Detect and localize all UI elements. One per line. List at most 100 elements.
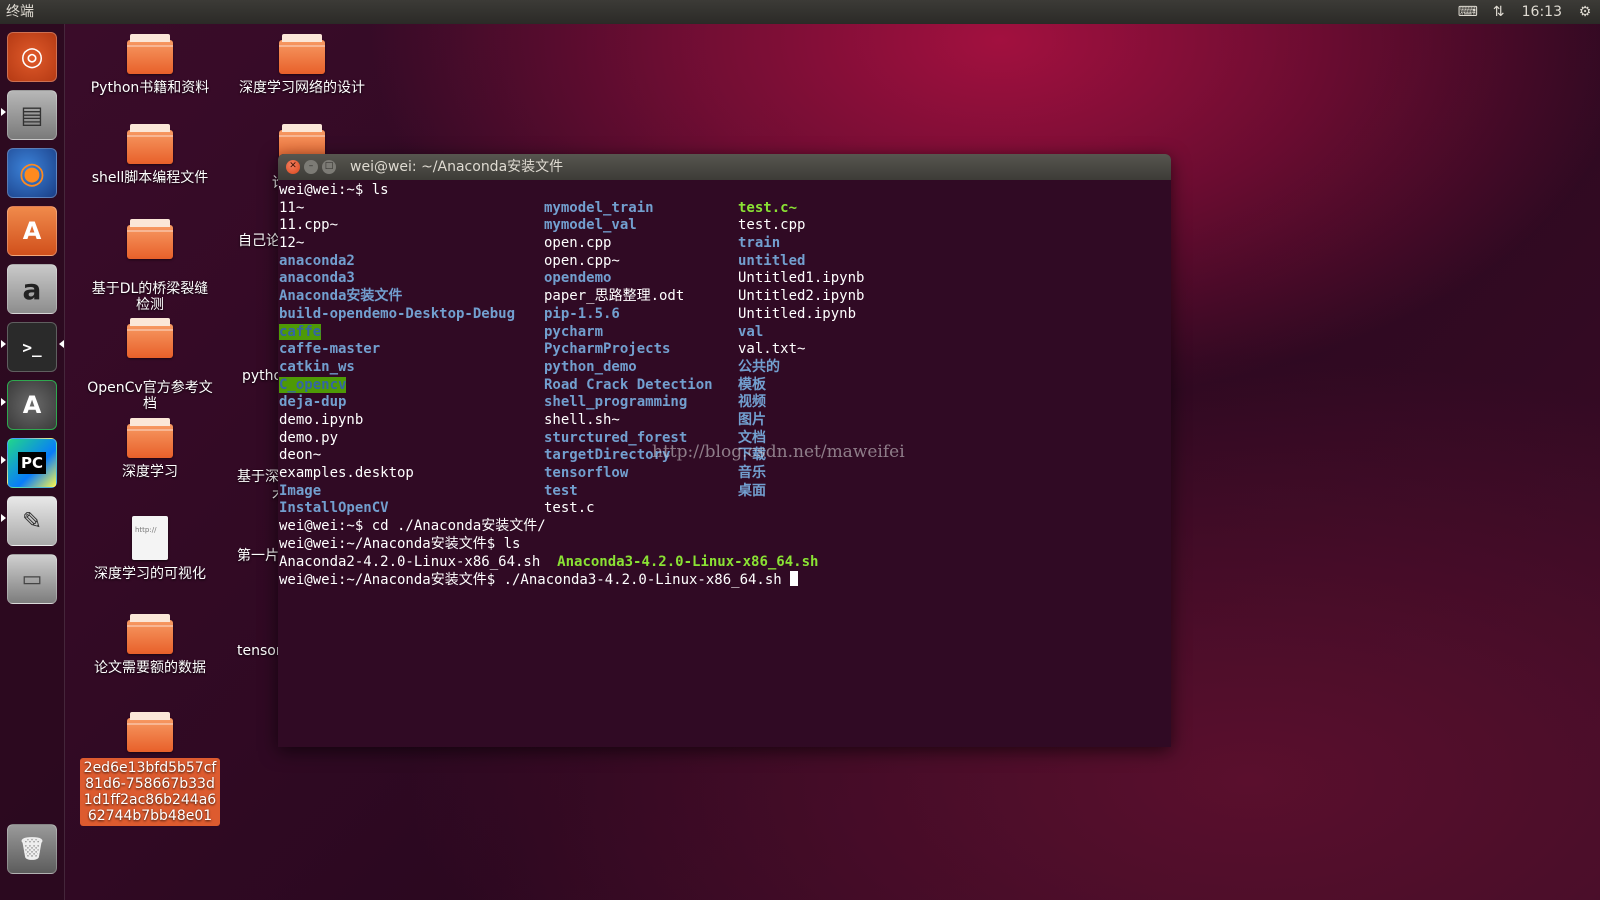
folder-icon	[127, 614, 173, 654]
files-icon[interactable]: ▤	[7, 90, 57, 140]
focused-indicator	[59, 340, 64, 348]
desktop-folder[interactable]: shell脚本编程文件	[80, 124, 220, 186]
desktop-folder[interactable]: Python书籍和资料	[80, 34, 220, 96]
desktop-partial-label: tensor	[237, 643, 282, 659]
desktop-icon-label: 论文需要额的数据	[94, 660, 206, 676]
ls-entry-directory: 桌面	[738, 482, 766, 499]
folder-icon	[127, 712, 173, 752]
ls-entry-directory: pycharm	[544, 323, 604, 340]
folder-icon	[127, 124, 173, 164]
desktop-folder[interactable]: 深度学习网络的设计	[232, 34, 372, 96]
terminal-window[interactable]: ✕ – □ wei@wei: ~/Anaconda安装文件 wei@wei:~$…	[278, 154, 1171, 747]
ls-entry-directory: PycharmProjects	[544, 341, 671, 358]
ls-entry: Untitled2.ipynb	[738, 288, 865, 305]
text-editor-icon[interactable]: ✎	[7, 496, 57, 546]
minimize-icon[interactable]: –	[304, 160, 318, 174]
folder-icon	[127, 418, 173, 458]
clock[interactable]: 16:13	[1522, 0, 1562, 24]
desktop-folder[interactable]: 深度学习	[80, 418, 220, 480]
ls-entry-directory: C_opencv	[279, 376, 347, 393]
terminal-prompt-line: wei@wei:~/Anaconda安装文件$ ./Anaconda3-4.2.…	[279, 571, 1171, 589]
desktop-partial-label: 自己论	[238, 233, 280, 249]
running-indicator	[1, 108, 6, 116]
ls-entry	[738, 182, 864, 200]
ls-entry-executable: test.c~	[738, 199, 798, 216]
window-title: wei@wei: ~/Anaconda安装文件	[350, 159, 564, 175]
text-cursor	[790, 571, 799, 587]
ls-entry: demo.py	[279, 429, 339, 446]
ls-entry-directory: anaconda2	[279, 252, 355, 269]
desktop-folder-selected[interactable]: 2ed6e13bfd5b57cf81d6-758667b33d1d1ff2ac8…	[80, 712, 220, 826]
launcher: ◎ ▤ ◉ A a >_ A PC ✎ ▭ 🗑	[0, 24, 65, 900]
ls-entry: demo.ipynb	[279, 411, 364, 428]
desktop-folder[interactable]: OpenCv官方参考文 档	[80, 308, 220, 412]
amazon-icon[interactable]: a	[7, 264, 57, 314]
maximize-icon[interactable]: □	[322, 160, 336, 174]
ls-entry: 11~	[279, 199, 305, 216]
software-center-icon[interactable]: A	[7, 206, 57, 256]
ls-entry: examples.desktop	[279, 465, 414, 481]
ls-entry-directory: test	[544, 482, 578, 499]
desktop-icon-label: 深度学习网络的设计	[239, 80, 365, 96]
settings-gear-icon[interactable]: ⚙	[1576, 0, 1594, 24]
ls-entry-directory: python_demo	[544, 358, 637, 375]
trash-icon[interactable]: 🗑	[7, 824, 57, 874]
ls-entry-directory: Image	[279, 482, 322, 499]
running-indicator	[1, 514, 6, 522]
ls-entry-directory: mymodel_train	[544, 199, 654, 216]
close-icon[interactable]: ✕	[286, 160, 300, 174]
ls-entry: paper_思路整理.odt	[544, 288, 685, 305]
firefox-icon[interactable]: ◉	[7, 148, 57, 198]
network-icon[interactable]: ⇅	[1490, 0, 1508, 24]
watermark: http://blog.csdn.net/maweifei	[652, 442, 905, 462]
terminal-line: wei@wei:~$ ls	[279, 182, 389, 198]
folder-icon	[279, 34, 325, 74]
ls-entry: val.txt~	[738, 341, 806, 358]
ls-entry-directory: deja-dup	[279, 394, 347, 411]
terminal-icon[interactable]: >_	[7, 322, 57, 372]
terminal-line: wei@wei:~$ cd ./Anaconda安装文件/	[279, 518, 546, 535]
folder-icon	[127, 219, 173, 259]
ls-entry: test.c	[544, 500, 595, 517]
desktop-partial-label: 第一片	[237, 548, 279, 564]
ls-entry: open.cpp~	[544, 252, 620, 269]
software-updater-icon[interactable]: A	[7, 380, 57, 430]
ubuntu-dash-icon[interactable]: ◎	[7, 32, 57, 82]
desktop-partial-label: 基于深	[237, 469, 279, 485]
terminal-titlebar[interactable]: ✕ – □ wei@wei: ~/Anaconda安装文件	[278, 154, 1171, 180]
disk-icon[interactable]: ▭	[7, 554, 57, 604]
ls-entry-directory: InstallOpenCV	[279, 500, 389, 517]
ls-entry-directory: caffe	[279, 323, 322, 340]
ls-entry-directory: anaconda3	[279, 270, 355, 287]
desktop-icon-label: 2ed6e13bfd5b57cf81d6-758667b33d1d1ff2ac8…	[80, 758, 220, 826]
ls-entry: deon~	[279, 447, 322, 464]
folder-icon	[127, 34, 173, 74]
ls-entry: shell.sh~	[544, 411, 620, 428]
desktop-html-file[interactable]: http:// 深度学习的可视化	[80, 516, 220, 582]
running-indicator	[1, 398, 6, 406]
terminal-output[interactable]: wei@wei:~$ ls 11~ 11.cpp~ 12~ anaconda2 anac…	[278, 180, 1171, 589]
ls-entry-directory: tensorflow	[544, 465, 629, 481]
ls-entry-directory: untitled	[738, 252, 806, 269]
ls-entry: Anaconda2-4.2.0-Linux-x86_64.sh	[279, 553, 541, 570]
folder-icon	[127, 318, 173, 358]
running-indicator	[1, 456, 6, 464]
desktop-folder[interactable]: 论文需要额的数据	[80, 614, 220, 676]
ls-entry-directory: shell_programming	[544, 394, 688, 411]
desktop-folder[interactable]: 基于DL的桥梁裂缝 检测	[80, 209, 220, 313]
ls-entry-directory: mymodel_val	[544, 217, 637, 234]
ls-entry-directory: Anaconda安装文件	[279, 288, 403, 305]
ls-entry-executable: Anaconda3-4.2.0-Linux-x86_64.sh	[557, 553, 819, 570]
ls-entry: Untitled1.ipynb	[738, 270, 865, 287]
desktop-partial-label: pytho	[242, 368, 283, 384]
terminal-command: wei@wei:~/Anaconda安装文件$ ./Anaconda3-4.2.…	[279, 572, 791, 589]
ls-entry-directory: caffe-master	[279, 341, 381, 358]
pycharm-icon[interactable]: PC	[7, 438, 57, 488]
ls-entry-directory: val	[738, 323, 764, 340]
ls-entry-directory: train	[738, 235, 781, 252]
ls-entry-directory: pip-1.5.6	[544, 305, 620, 322]
ls-entry-directory: 视频	[738, 394, 766, 411]
ls-column: 11~ 11.cpp~ 12~ anaconda2 anaconda3 Anaconda安…	[279, 200, 515, 518]
ls-entry-directory: catkin_ws	[279, 358, 355, 375]
keyboard-icon[interactable]: ⌨	[1458, 0, 1478, 24]
